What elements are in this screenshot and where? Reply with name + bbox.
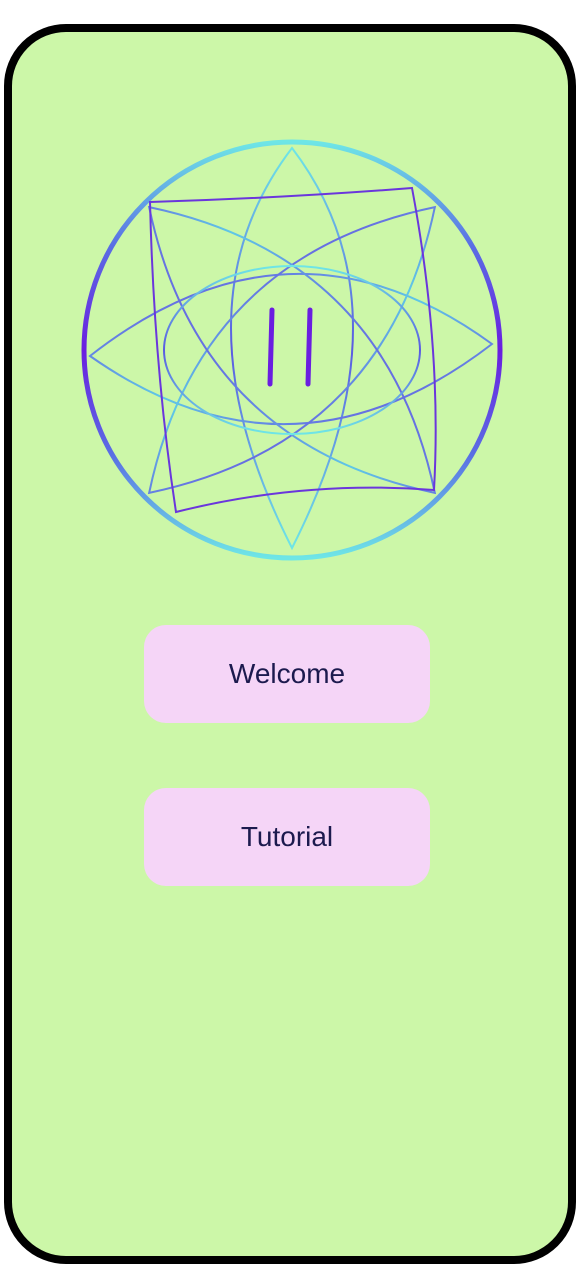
mandala-inner-ring [163,265,421,435]
welcome-button[interactable]: Welcome [144,625,430,723]
mandala-outer-ring [81,139,503,561]
petal-diagonal-2 [147,205,437,495]
tutorial-button[interactable]: Tutorial [144,788,430,886]
meditation-mandala[interactable] [74,128,506,568]
tutorial-button-label: Tutorial [240,821,334,852]
phone-screen: Welcome Tutorial [4,24,576,1264]
petal-diagonal-1 [147,205,437,495]
welcome-button-label: Welcome [228,658,346,689]
petal-square-1 [148,186,437,514]
petal-horizontal [88,273,494,425]
mandala-graphic [81,139,503,561]
pause-icon[interactable] [267,307,313,387]
